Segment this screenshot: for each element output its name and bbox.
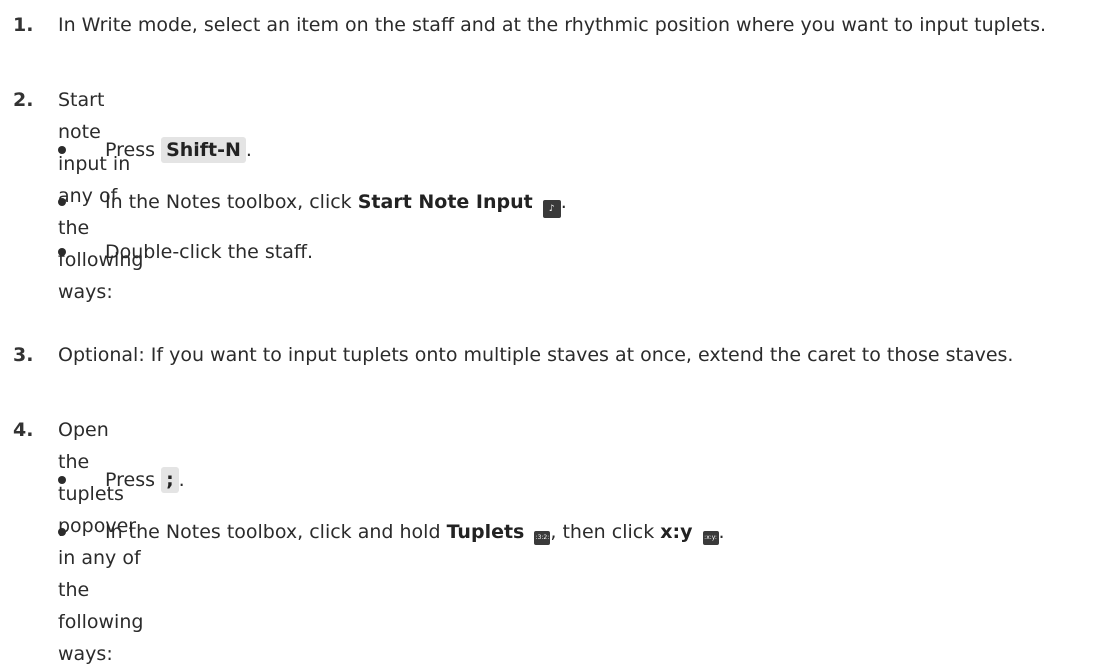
- ui-term: Tuplets: [446, 521, 525, 543]
- bullet-icon: [58, 146, 66, 154]
- punctuation: .: [245, 139, 252, 161]
- instruction-steps: 1. In Write mode, select an item on the …: [0, 0, 1095, 665]
- punctuation: .: [560, 191, 567, 213]
- bullet-text: , then click: [550, 521, 655, 543]
- step-text: In Write mode, select an item on the sta…: [58, 14, 1047, 36]
- xy-icon[interactable]: :x:y:: [702, 531, 719, 545]
- shortcut-key: Shift-N: [161, 137, 246, 163]
- step-number: 3.: [13, 344, 34, 366]
- punctuation: .: [718, 521, 725, 543]
- shortcut-key: ;: [161, 467, 179, 493]
- punctuation: .: [178, 469, 185, 491]
- step-number: 2.: [13, 89, 34, 111]
- step-text: Optional: If you want to input tuplets o…: [58, 344, 1014, 366]
- bullet-text: In the Notes toolbox, click: [105, 191, 352, 213]
- bullet-icon: [58, 476, 66, 484]
- ui-term: Start Note Input: [357, 191, 533, 213]
- bullet-icon: [58, 198, 66, 206]
- bullet-text: In the Notes toolbox, click and hold: [105, 521, 441, 543]
- start-note-input-icon[interactable]: ♪: [542, 200, 561, 218]
- bullet-icon: [58, 528, 66, 536]
- bullet-text: Double-click the staff.: [105, 241, 314, 263]
- step-number: 1.: [13, 14, 34, 36]
- ui-term: x:y: [660, 521, 693, 543]
- bullet-text: Press: [105, 139, 156, 161]
- tuplets-icon[interactable]: :3:2:: [534, 531, 551, 545]
- bullet-text: Press: [105, 469, 156, 491]
- bullet-icon: [58, 248, 66, 256]
- step-number: 4.: [13, 419, 34, 441]
